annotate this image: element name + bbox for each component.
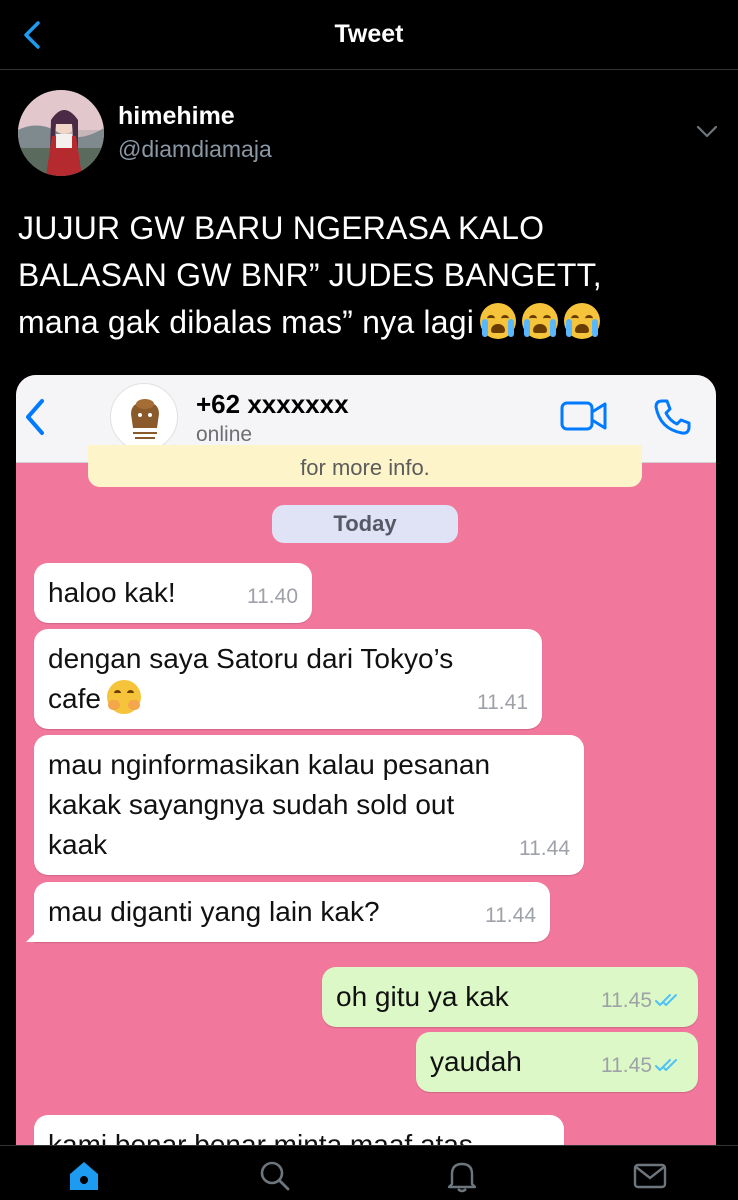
contact-avatar xyxy=(110,383,178,451)
loudly-crying-face-icon xyxy=(564,303,601,339)
message-time: 11.41 xyxy=(477,691,528,714)
incoming-message: kami benar benar minta maaf atas xyxy=(34,1115,564,1145)
tweet-author: himehime @diamdiamaja xyxy=(18,90,720,180)
message-text: kami benar benar minta maaf atas xyxy=(48,1129,473,1145)
messages-icon[interactable] xyxy=(632,1158,668,1194)
message-time: 11.44 xyxy=(485,904,536,927)
message-line: mau nginformasikan kalau pesanan xyxy=(48,749,491,780)
message-time: 11.45 xyxy=(601,1054,652,1077)
chat-back-icon xyxy=(26,399,44,435)
video-call-icon xyxy=(560,401,607,431)
display-name[interactable]: himehime xyxy=(118,102,235,131)
message-time: 11.40 xyxy=(247,585,298,608)
message-text: mau diganti yang lain kak? xyxy=(48,896,380,927)
double-check-icon xyxy=(655,1059,677,1071)
message-text: yaudah xyxy=(430,1046,522,1077)
hugging-face-icon xyxy=(106,680,141,714)
message-status: 11.45 xyxy=(601,981,684,1021)
home-icon[interactable] xyxy=(66,1158,102,1194)
top-bar: Tweet xyxy=(0,0,738,70)
contact-status: online xyxy=(196,423,253,446)
message-line: cafe xyxy=(48,683,101,714)
notifications-icon[interactable] xyxy=(444,1158,480,1194)
outgoing-message: yaudah 11.45 xyxy=(416,1032,698,1092)
outgoing-message: oh gitu ya kak 11.45 xyxy=(322,967,698,1027)
chevron-down-icon[interactable] xyxy=(694,118,720,144)
double-check-icon xyxy=(655,994,677,1006)
date-separator: Today xyxy=(272,505,458,543)
contact-name: +62 xxxxxxx xyxy=(196,389,349,419)
loudly-crying-face-icon xyxy=(522,303,559,339)
incoming-message: mau nginformasikan kalau pesanan kakak s… xyxy=(34,735,584,875)
message-line: kakak sayangnya sudah sold out xyxy=(48,789,455,820)
tweet-line: mana gak dibalas mas” nya lagi xyxy=(18,304,475,340)
message-text-block: mau nginformasikan kalau pesanan kakak s… xyxy=(48,745,490,865)
message-line-with-emoji: cafe xyxy=(48,679,453,719)
message-time: 11.44 xyxy=(519,837,570,860)
incoming-message: dengan saya Satoru dari Tokyo’s cafe 11.… xyxy=(34,629,542,729)
tweet-line: BALASAN GW BNR” JUDES BANGETT, xyxy=(18,257,602,293)
message-line: dengan saya Satoru dari Tokyo’s xyxy=(48,643,454,674)
message-text: haloo kak! xyxy=(48,577,176,608)
loudly-crying-face-icon xyxy=(480,303,517,339)
message-text-block: dengan saya Satoru dari Tokyo’s cafe xyxy=(48,639,453,719)
search-icon[interactable] xyxy=(256,1158,292,1194)
page-title: Tweet xyxy=(334,20,404,48)
message-time: 11.45 xyxy=(601,989,652,1012)
message-text: oh gitu ya kak xyxy=(336,981,509,1012)
incoming-message: haloo kak! 11.40 xyxy=(34,563,312,623)
notice-text: for more info. xyxy=(300,455,430,480)
attached-image[interactable]: +62 xxxxxxx online for more info. Today … xyxy=(16,375,716,1145)
tweet-line: JUJUR GW BARU NGERASA KALO xyxy=(18,210,545,246)
message-status: 11.45 xyxy=(601,1046,684,1086)
avatar[interactable] xyxy=(18,90,104,176)
bubble-tail xyxy=(26,928,40,942)
tweet-text: JUJUR GW BARU NGERASA KALO BALASAN GW BN… xyxy=(18,205,718,346)
encryption-notice: for more info. xyxy=(88,445,642,487)
message-line: kaak xyxy=(48,829,108,860)
user-handle[interactable]: @diamdiamaja xyxy=(118,136,272,163)
phone-icon xyxy=(654,399,691,435)
bottom-nav xyxy=(0,1145,738,1200)
tweet-line-with-emoji: mana gak dibalas mas” nya lagi xyxy=(18,299,718,346)
incoming-message: mau diganti yang lain kak? 11.44 xyxy=(26,882,550,942)
